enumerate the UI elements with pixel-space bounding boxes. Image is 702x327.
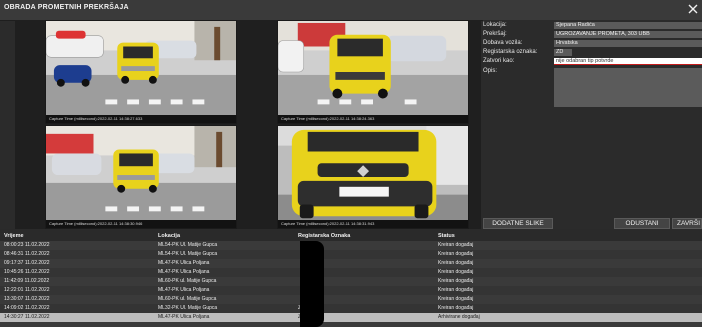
cell-status: Arhivirane događaj <box>438 314 480 320</box>
column-status[interactable]: Status <box>438 233 455 239</box>
plate-field[interactable]: ZD <box>554 49 572 56</box>
cell-location: ML47-PK Ulica Poljana <box>158 260 210 266</box>
close-as-select[interactable]: nije odabran tip potvrde <box>554 58 702 65</box>
finish-button[interactable]: ZAVRŠI <box>672 218 702 229</box>
table-row[interactable]: 08:46:31 11.02.2022 ML54-PK Ul. Matije G… <box>0 250 702 259</box>
table-row[interactable]: 13:30:07 11.02.2022 ML60-PK ul. Matije G… <box>0 295 702 304</box>
violation-field[interactable]: UGROŽAVANJE PROMETA, 303 UBB <box>554 31 702 38</box>
title-bar: OBRADA PROMETNIH PREKRŠAJA <box>0 0 702 21</box>
cell-status: Kreiran događaj <box>438 305 474 311</box>
cell-time: 10:45:26 11.02.2022 <box>4 269 50 275</box>
table-row-selected[interactable]: 14:30:27 11.02.2022 ML47-PK Ulica Poljan… <box>0 313 702 322</box>
window-title: OBRADA PROMETNIH PREKRŠAJA <box>4 4 129 11</box>
cell-time: 12:22:01 11.02.2022 <box>4 287 50 293</box>
table-row[interactable]: 09:17:37 11.02.2022 ML47-PK Ulica Poljan… <box>0 259 702 268</box>
cell-time: 13:30:07 11.02.2022 <box>4 296 50 302</box>
vehicle-closeup <box>278 126 468 228</box>
description-textarea[interactable] <box>554 68 702 107</box>
cell-location: ML60-PK ul. Matije Gupca <box>158 278 217 284</box>
additional-images-button[interactable]: DODATNE SLIKE <box>483 218 553 229</box>
street-scene-2 <box>278 21 468 123</box>
table-row[interactable]: 11:42:09 11.02.2022 ML60-PK ul. Matije G… <box>0 277 702 286</box>
close-icon[interactable] <box>686 2 700 16</box>
cell-location: ML54-PK Ul. Matije Gupca <box>158 251 218 257</box>
cell-location: ML60-PK ul. Matije Gupca <box>158 296 217 302</box>
cell-time: 11:42:09 11.02.2022 <box>4 278 50 284</box>
cell-time: 08:46:31 11.02.2022 <box>4 251 50 257</box>
location-field[interactable]: Sjepana Radića <box>554 22 702 29</box>
capture-image-3[interactable]: Capture Time (millisecond):2022-02-11 14… <box>45 125 237 229</box>
cell-location: ML47-PK Ulica Poljana <box>158 314 210 320</box>
violation-form: Lokacija: Sjepana Radića Prekršaj: UGROŽ… <box>483 20 702 229</box>
image-grid: Capture Time (millisecond):2022-02-11 14… <box>15 20 481 229</box>
cell-location: ML32-PK Ul. Matije Gupca <box>158 305 218 311</box>
table-row[interactable]: 08:00:23 11.02.2022 ML54-PK Ul. Matije G… <box>0 241 702 250</box>
events-table: Vrijeme Lokacija Registarska Oznaka Stat… <box>0 229 702 327</box>
description-label: Opis: <box>483 68 498 74</box>
cell-status: Kreiran događaj <box>438 278 474 284</box>
capture-image-2[interactable]: Capture Time (millisecond):2022-02-11 14… <box>277 20 469 124</box>
capture-caption: Capture Time (millisecond):2022-02-11 14… <box>278 220 468 228</box>
table-header: Vrijeme Lokacija Registarska Oznaka Stat… <box>0 229 702 241</box>
cell-time: 14:30:27 11.02.2022 <box>4 314 50 320</box>
cancel-button[interactable]: ODUSTANI <box>614 218 670 229</box>
close-as-label: Zatvori kao: <box>483 58 515 64</box>
capture-image-4[interactable]: Capture Time (millisecond):2022-02-11 14… <box>277 125 469 229</box>
plate-label: Registarska oznaka: <box>483 49 538 55</box>
cell-location: ML54-PK Ul. Matije Gupca <box>158 242 218 248</box>
cell-status: Kreiran događaj <box>438 296 474 302</box>
column-location[interactable]: Lokacija <box>158 233 180 239</box>
capture-image-1[interactable]: Capture Time (millisecond):2022-02-11 14… <box>45 20 237 124</box>
violation-label: Prekršaj: <box>483 31 507 37</box>
cell-status: Kreiran događaj <box>438 251 474 257</box>
column-time[interactable]: Vrijeme <box>4 233 24 239</box>
capture-caption: Capture Time (millisecond):2022-02-11 14… <box>46 115 236 123</box>
table-row[interactable]: 14:09:02 11.02.2022 ML32-PK Ul. Matije G… <box>0 304 702 313</box>
cell-time: 09:17:37 11.02.2022 <box>4 260 50 266</box>
cell-location: ML47-PK Ulica Poljana <box>158 269 210 275</box>
cell-location: ML47-PK Ulica Poljana <box>158 287 210 293</box>
street-scene-3 <box>46 126 236 228</box>
cell-time: 14:09:02 11.02.2022 <box>4 305 50 311</box>
column-plate[interactable]: Registarska Oznaka <box>298 233 350 239</box>
location-label: Lokacija: <box>483 22 507 28</box>
cell-status: Kreiran događaj <box>438 260 474 266</box>
street-scene-1 <box>46 21 236 123</box>
redaction-mask <box>300 241 324 327</box>
cell-status: Kreiran događaj <box>438 242 474 248</box>
cell-status: Kreiran događaj <box>438 287 474 293</box>
capture-caption: Capture Time (millisecond):2022-02-11 14… <box>46 220 236 228</box>
table-row[interactable]: 12:22:01 11.02.2022 ML47-PK Ulica Poljan… <box>0 286 702 295</box>
vehicle-origin-label: Dobava vozila: <box>483 40 523 46</box>
cell-time: 08:00:23 11.02.2022 <box>4 242 50 248</box>
cell-status: Kreiran događaj <box>438 269 474 275</box>
capture-caption: Capture Time (millisecond):2022-02-11 14… <box>278 115 468 123</box>
table-row[interactable]: 10:45:26 11.02.2022 ML47-PK Ulica Poljan… <box>0 268 702 277</box>
vehicle-origin-field[interactable]: Hrvatska <box>554 40 702 47</box>
